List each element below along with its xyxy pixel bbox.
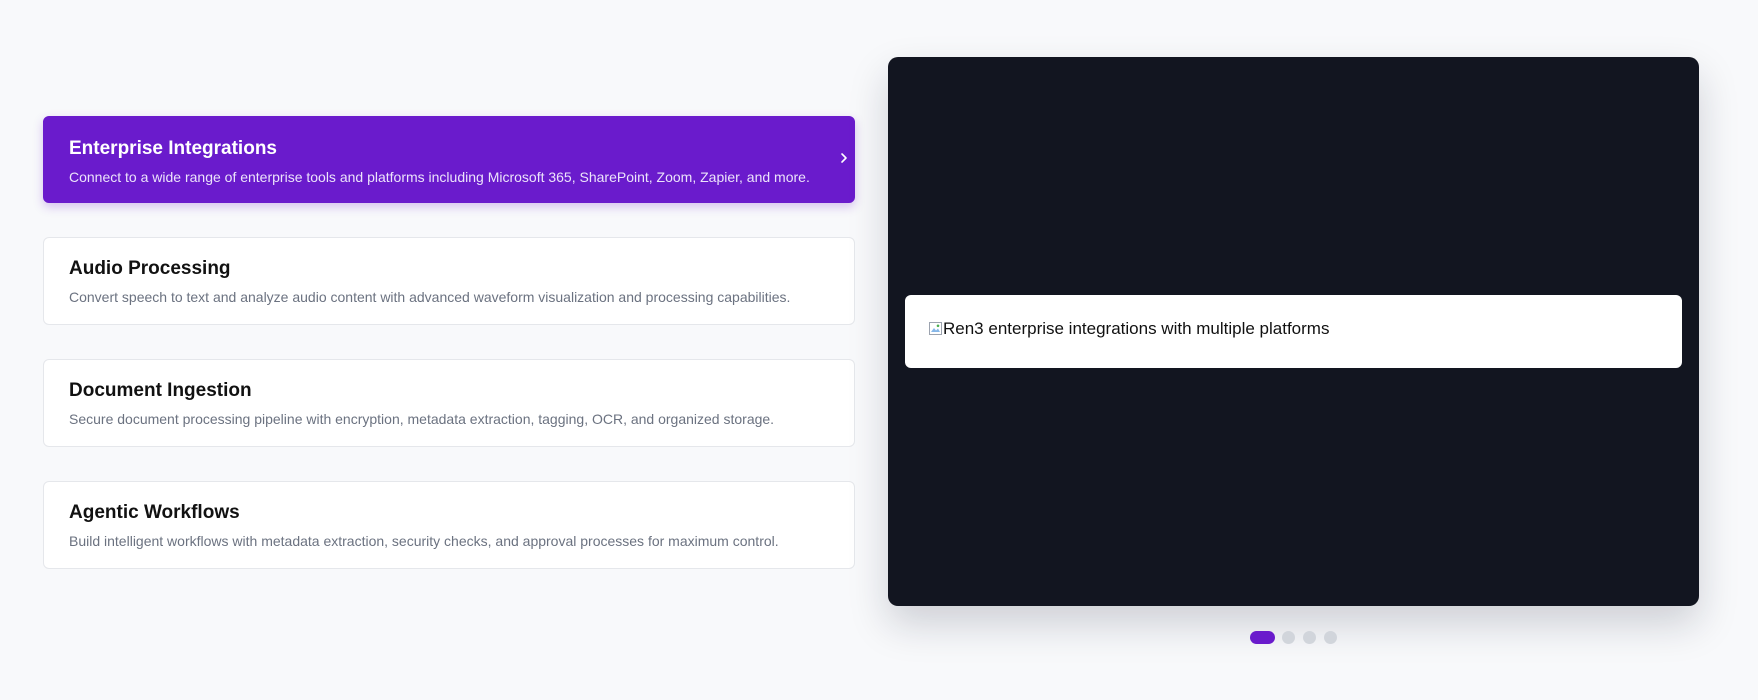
carousel-dot-3[interactable] <box>1303 630 1316 644</box>
feature-description: Secure document processing pipeline with… <box>69 411 775 427</box>
preview-image: Ren3 enterprise integrations with multip… <box>905 295 1682 368</box>
feature-title: Agentic Workflows <box>69 502 240 523</box>
feature-description: Build intelligent workflows with metadat… <box>69 533 779 549</box>
feature-preview-panel: Ren3 enterprise integrations with multip… <box>888 57 1699 606</box>
carousel-dot-1[interactable] <box>1250 630 1275 644</box>
feature-card-audio-processing[interactable]: Audio Processing Convert speech to text … <box>43 237 855 325</box>
carousel-dot-4[interactable] <box>1324 630 1337 644</box>
image-alt-text: Ren3 enterprise integrations with multip… <box>943 319 1330 338</box>
feature-list: Enterprise Integrations Connect to a wid… <box>43 116 855 603</box>
feature-card-agentic-workflows[interactable]: Agentic Workflows Build intelligent work… <box>43 481 855 569</box>
chevron-right-icon <box>838 151 850 165</box>
broken-image-icon <box>929 322 942 335</box>
carousel-pagination <box>1250 630 1345 644</box>
feature-title: Enterprise Integrations <box>69 138 277 159</box>
feature-description: Convert speech to text and analyze audio… <box>69 289 791 305</box>
feature-card-enterprise-integrations[interactable]: Enterprise Integrations Connect to a wid… <box>43 116 855 203</box>
feature-card-document-ingestion[interactable]: Document Ingestion Secure document proce… <box>43 359 855 447</box>
feature-title: Document Ingestion <box>69 380 252 401</box>
feature-title: Audio Processing <box>69 258 231 279</box>
carousel-dot-2[interactable] <box>1282 630 1295 644</box>
feature-description: Connect to a wide range of enterprise to… <box>69 169 810 185</box>
